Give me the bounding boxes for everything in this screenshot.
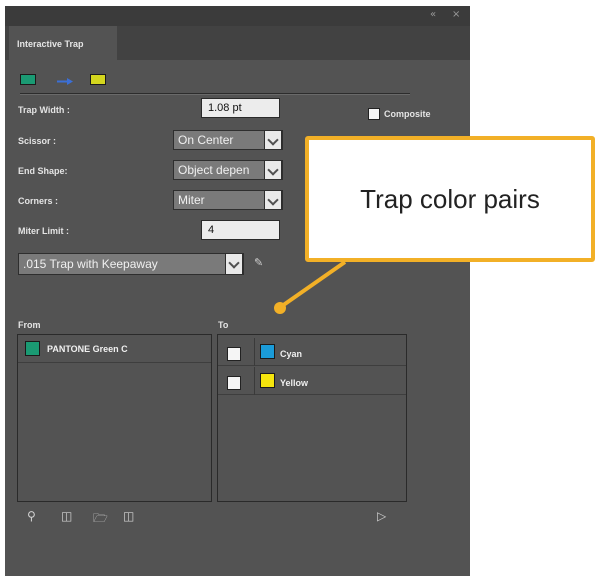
- callout-text: Trap color pairs: [360, 184, 540, 214]
- callout-box: Trap color pairs: [305, 136, 595, 262]
- callout-pointer: [274, 260, 347, 314]
